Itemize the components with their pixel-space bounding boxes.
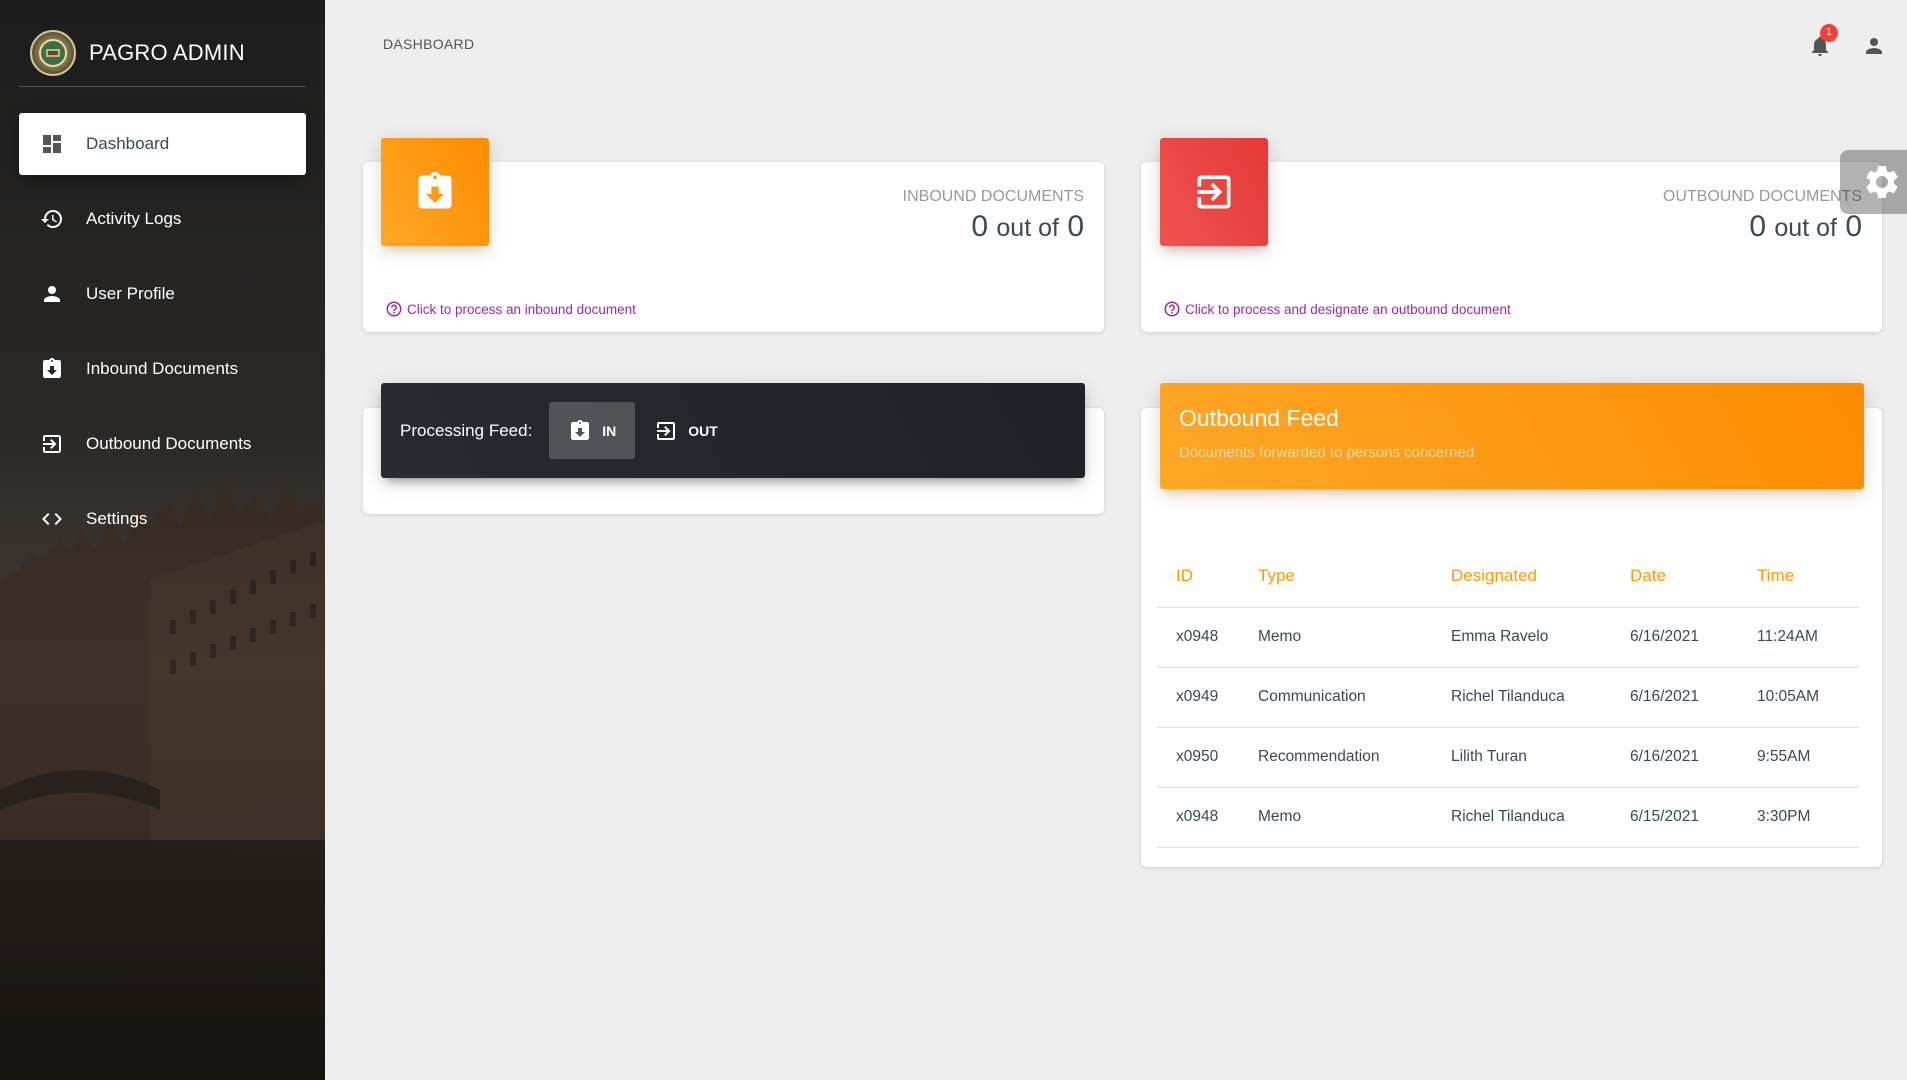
cell-type: Memo (1239, 787, 1432, 848)
table-header-row: ID Type Designated Date Time (1157, 545, 1859, 608)
page-title[interactable]: DASHBOARD (383, 36, 474, 52)
sidebar-item-dashboard[interactable]: Dashboard (19, 113, 306, 175)
table-row[interactable]: x0948 Memo Emma Ravelo 6/16/2021 11:24AM (1157, 607, 1859, 668)
sidebar-item-label: Settings (86, 509, 148, 528)
brand-logo (30, 30, 76, 76)
exit-arrow-icon (40, 432, 64, 456)
outbound-process-link[interactable]: Click to process and designate an outbou… (1163, 300, 1511, 318)
sidebar-item-activity-logs[interactable]: Activity Logs (19, 188, 306, 250)
clipboard-download-icon (40, 357, 64, 381)
cell-time: 10:05AM (1738, 667, 1859, 728)
cell-id: x0950 (1157, 727, 1239, 788)
cell-date: 6/16/2021 (1611, 727, 1738, 788)
person-icon (40, 282, 64, 306)
table-row[interactable]: x0950 Recommendation Lilith Turan 6/16/2… (1157, 727, 1859, 788)
inbound-icon-tile[interactable] (381, 138, 489, 246)
outbound-category-label: OUTBOUND DOCUMENTS (1662, 188, 1862, 205)
outbound-feed-subtitle: Documents forwarded to persons concerned (1179, 444, 1475, 461)
sidebar-nav: Dashboard Activity Logs User Profile Inb… (19, 113, 306, 563)
column-header-id[interactable]: ID (1157, 545, 1239, 608)
sidebar-item-label: Inbound Documents (86, 359, 239, 378)
sidebar-item-inbound-documents[interactable]: Inbound Documents (19, 338, 306, 400)
outbound-count: 0 out of 0 (1749, 210, 1862, 244)
cell-date: 6/16/2021 (1611, 607, 1738, 668)
history-icon (40, 207, 64, 231)
cell-time: 3:30PM (1738, 787, 1859, 848)
tab-in-label: IN (602, 422, 617, 439)
outbound-feed-header: Outbound Feed Documents forwarded to per… (1160, 383, 1864, 489)
outbound-count-value: 0 (1749, 210, 1767, 243)
sidebar-item-label: User Profile (86, 284, 175, 303)
outbound-feed-table: ID Type Designated Date Time x0948 Memo … (1157, 545, 1859, 848)
column-header-date[interactable]: Date (1611, 545, 1738, 608)
exit-arrow-icon (1197, 175, 1231, 209)
inbound-count-connector: out of (996, 214, 1059, 242)
outbound-feed-title: Outbound Feed (1179, 405, 1339, 431)
account-icon[interactable] (1862, 34, 1886, 58)
gear-icon (1865, 166, 1898, 198)
cell-designated: Lilith Turan (1432, 727, 1611, 788)
brand[interactable]: PAGRO ADMIN (19, 18, 306, 88)
inbound-category-label: INBOUND DOCUMENTS (902, 188, 1084, 205)
brand-title: PAGRO ADMIN (89, 40, 245, 65)
sidebar-item-label: Outbound Documents (86, 434, 252, 453)
dashboard-icon (40, 132, 64, 156)
cell-id: x0948 (1157, 787, 1239, 848)
inbound-footer-text: Click to process an inbound document (407, 301, 636, 317)
outbound-footer-text: Click to process and designate an outbou… (1185, 301, 1511, 317)
inbound-count: 0 out of 0 (971, 210, 1084, 244)
cell-type: Communication (1239, 667, 1432, 728)
inbound-count-total: 0 (1067, 210, 1084, 243)
cell-date: 6/16/2021 (1611, 667, 1738, 728)
help-circle-icon (386, 301, 402, 317)
table-row[interactable]: x0948 Memo Richel Tilanduca 6/15/2021 3:… (1157, 787, 1859, 848)
cell-designated: Richel Tilanduca (1432, 787, 1611, 848)
cell-designated: Richel Tilanduca (1432, 667, 1611, 728)
fixed-settings-toggle[interactable] (1840, 150, 1907, 214)
tab-out-label: OUT (688, 422, 718, 439)
tab-out[interactable]: OUT (635, 402, 737, 459)
clipboard-download-icon (571, 419, 590, 440)
outbound-count-connector: out of (1774, 214, 1837, 242)
sidebar-item-user-profile[interactable]: User Profile (19, 263, 306, 325)
seal-icon (39, 39, 67, 67)
sidebar: PAGRO ADMIN Dashboard Activity Logs User… (0, 0, 325, 1080)
cell-designated: Emma Ravelo (1432, 607, 1611, 668)
cell-type: Memo (1239, 607, 1432, 668)
inbound-count-value: 0 (971, 210, 989, 243)
tab-in[interactable]: IN (549, 402, 636, 459)
processing-feed-header: Processing Feed: IN OUT (381, 383, 1085, 478)
brand-divider (19, 86, 306, 87)
cell-time: 9:55AM (1738, 727, 1859, 788)
cell-id: x0948 (1157, 607, 1239, 668)
outbound-icon-tile[interactable] (1160, 138, 1268, 246)
sidebar-item-label: Activity Logs (86, 209, 182, 228)
code-brackets-icon (40, 507, 64, 531)
cell-time: 11:24AM (1738, 607, 1859, 668)
processing-feed-label: Processing Feed: (400, 420, 533, 440)
notification-badge: 1 (1820, 24, 1838, 42)
inbound-process-link[interactable]: Click to process an inbound document (385, 300, 636, 318)
help-circle-icon (1164, 301, 1180, 317)
table-row[interactable]: x0949 Communication Richel Tilanduca 6/1… (1157, 667, 1859, 728)
cell-id: x0949 (1157, 667, 1239, 728)
column-header-designated[interactable]: Designated (1432, 545, 1611, 608)
clipboard-download-icon (418, 171, 452, 209)
cell-type: Recommendation (1239, 727, 1432, 788)
column-header-time[interactable]: Time (1738, 545, 1859, 608)
sidebar-item-label: Dashboard (86, 134, 170, 153)
sidebar-item-settings[interactable]: Settings (19, 488, 306, 550)
exit-arrow-icon (657, 421, 676, 440)
cell-date: 6/15/2021 (1611, 787, 1738, 848)
column-header-type[interactable]: Type (1239, 545, 1432, 608)
sidebar-item-outbound-documents[interactable]: Outbound Documents (19, 413, 306, 475)
outbound-count-total: 0 (1845, 210, 1862, 243)
